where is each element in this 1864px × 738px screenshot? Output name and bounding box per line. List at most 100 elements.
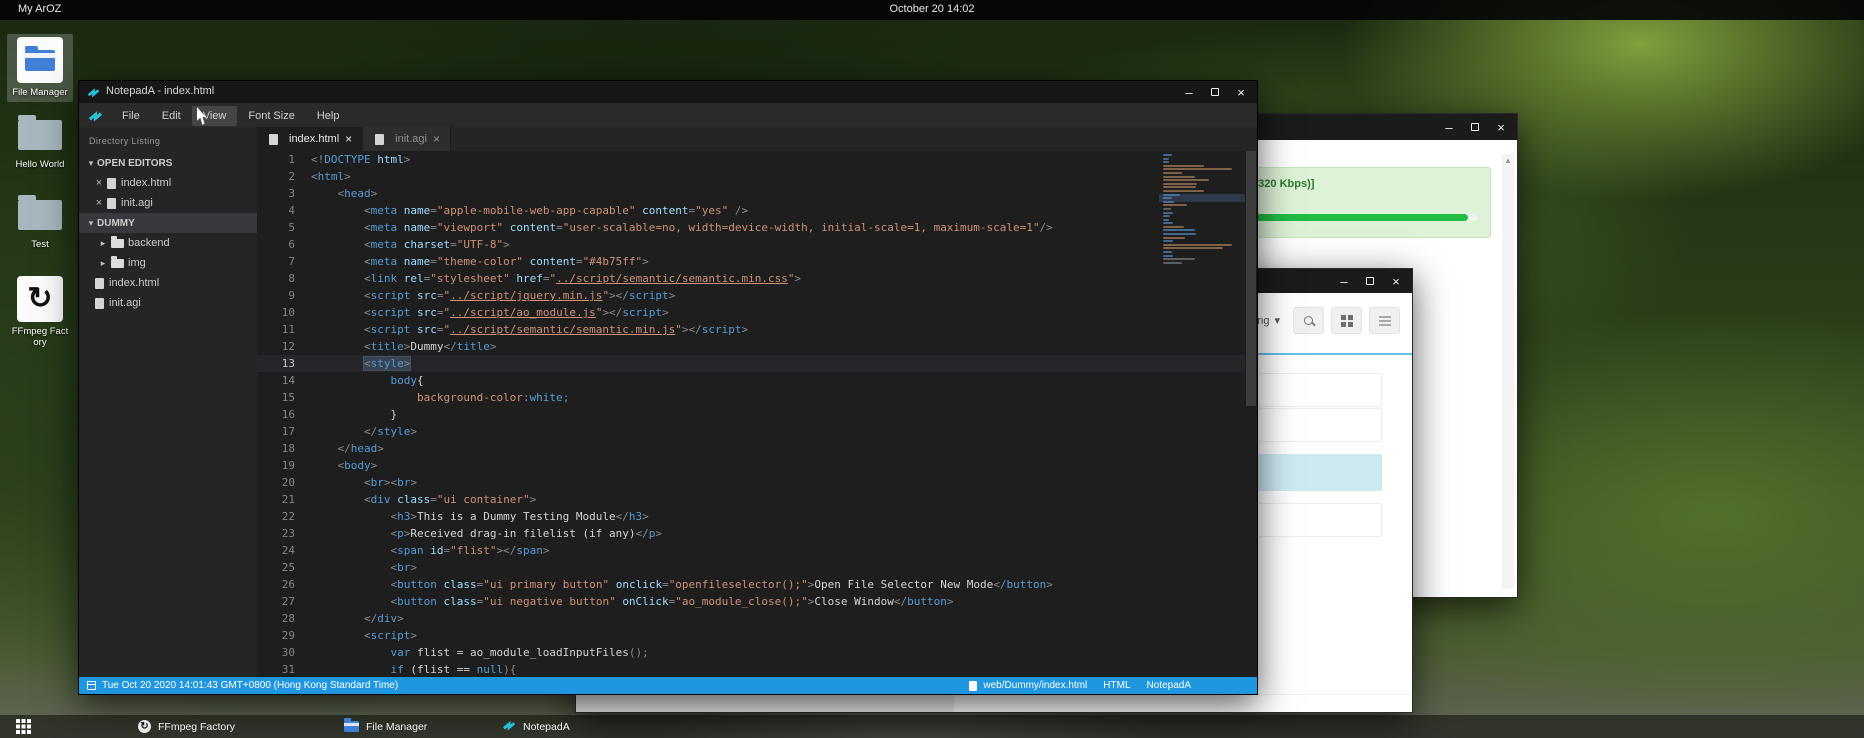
notepada-window[interactable]: NotepadA - index.html –× FileEditViewFon… — [78, 80, 1258, 695]
desktop-icon-file-manager[interactable]: File Manager — [7, 34, 73, 102]
notepada-minimize-button[interactable]: – — [1181, 84, 1197, 100]
taskbar-item-notepada[interactable]: NotepadA — [494, 715, 578, 738]
scrollbar-thumb[interactable] — [1246, 151, 1256, 406]
close-tab-icon[interactable]: × — [345, 132, 352, 146]
file-manager-maximize-icon — [1366, 277, 1374, 285]
code-line[interactable]: 15 background-color:white; — [257, 389, 1257, 406]
code-text: <script src="../script/semantic/semantic… — [311, 321, 748, 338]
code-line[interactable]: 16 } — [257, 406, 1257, 423]
notepada-titlebar[interactable]: NotepadA - index.html –× — [79, 81, 1257, 103]
notepada-window-controls: –× — [1181, 81, 1249, 103]
folder-icon — [111, 239, 124, 248]
code-line[interactable]: 27 <button class="ui negative button" on… — [257, 593, 1257, 610]
code-line[interactable]: 9 <script src="../script/jquery.min.js">… — [257, 287, 1257, 304]
line-number: 7 — [257, 253, 311, 270]
file-manager-minimize-button[interactable]: – — [1336, 273, 1352, 289]
code-line[interactable]: 21 <div class="ui container"> — [257, 491, 1257, 508]
editor-minimap[interactable] — [1163, 154, 1243, 265]
scroll-up-icon[interactable]: ▲ — [1502, 156, 1514, 165]
search-button[interactable] — [1293, 307, 1324, 334]
code-line[interactable]: 30 var flist = ao_module_loadInputFiles(… — [257, 644, 1257, 661]
line-number: 6 — [257, 236, 311, 253]
notepada-maximize-button[interactable] — [1207, 84, 1223, 100]
code-line[interactable]: 8 <link rel="stylesheet" href="../script… — [257, 270, 1257, 287]
code-line[interactable]: 14 body{ — [257, 372, 1257, 389]
desktop-icon-ffmpeg-factory[interactable]: ↻FFmpeg Factory — [7, 276, 73, 348]
tree-item-init.agi[interactable]: ×init.agi — [79, 193, 257, 213]
taskbar-item-label: File Manager — [366, 721, 427, 733]
code-line[interactable]: 23 <p>Received drag-in filelist (if any)… — [257, 525, 1257, 542]
taskbar-item-file-manager[interactable]: File Manager — [336, 715, 435, 738]
tab-init.agi[interactable]: init.agi× — [363, 127, 451, 151]
code-line[interactable]: 11 <script src="../script/semantic/seman… — [257, 321, 1257, 338]
taskbar-item-ffmpeg-factory[interactable]: ↻FFmpeg Factory — [130, 715, 243, 738]
tree-item-index.html[interactable]: ×index.html — [79, 173, 257, 193]
code-text: background-color:white; — [311, 389, 569, 406]
close-editor-icon[interactable]: × — [93, 177, 105, 189]
tree-section-open-editors[interactable]: ▾OPEN EDITORS — [79, 153, 257, 173]
code-line[interactable]: 12 <title>Dummy</title> — [257, 338, 1257, 355]
code-line[interactable]: 2<html> — [257, 168, 1257, 185]
line-number: 28 — [257, 610, 311, 627]
statusbar-language[interactable]: HTML — [1103, 680, 1130, 691]
code-line[interactable]: 3 <head> — [257, 185, 1257, 202]
code-line[interactable]: 29 <script> — [257, 627, 1257, 644]
desktop-icon-hello-world[interactable]: Hello World — [7, 120, 73, 170]
minimap-viewport — [1159, 194, 1245, 202]
app-launcher-button[interactable] — [16, 719, 31, 734]
editor-scrollbar[interactable] — [1245, 151, 1257, 677]
code-line[interactable]: 24 <span id="flist"></span> — [257, 542, 1257, 559]
close-tab-icon[interactable]: × — [433, 132, 440, 146]
notepada-close-button[interactable]: × — [1233, 84, 1249, 100]
ffmpeg-close-button[interactable]: × — [1493, 119, 1509, 135]
ffmpeg-minimize-button[interactable]: – — [1441, 119, 1457, 135]
menu-font-size[interactable]: Font Size — [237, 106, 305, 126]
ffmpeg-scrollbar[interactable]: ▲ — [1502, 154, 1514, 589]
menu-edit[interactable]: Edit — [151, 106, 192, 126]
tree-item-index.html[interactable]: index.html — [79, 273, 257, 293]
code-line[interactable]: 1<!DOCTYPE html> — [257, 151, 1257, 168]
window-title: NotepadA - index.html — [106, 85, 214, 97]
tree-item-img[interactable]: ▸img — [79, 253, 257, 273]
list-view-button[interactable] — [1369, 307, 1400, 334]
code-line[interactable]: 25 <br> — [257, 559, 1257, 576]
tab-index.html[interactable]: index.html× — [257, 127, 363, 151]
code-text: <meta name="viewport" content="user-scal… — [311, 219, 1053, 236]
close-editor-icon[interactable]: × — [93, 197, 105, 209]
code-line[interactable]: 31 if (flist == null){ — [257, 661, 1257, 677]
tree-section-dummy[interactable]: ▾DUMMY — [79, 213, 257, 233]
code-line[interactable]: 20 <br><br> — [257, 474, 1257, 491]
code-line[interactable]: 19 <body> — [257, 457, 1257, 474]
code-editor[interactable]: 1<!DOCTYPE html>2<html>3 <head>4 <meta n… — [257, 151, 1257, 677]
tree-item-init.agi[interactable]: init.agi — [79, 293, 257, 313]
code-line[interactable]: 4 <meta name="apple-mobile-web-app-capab… — [257, 202, 1257, 219]
desktop-icon-test[interactable]: Test — [7, 200, 73, 250]
desktop-icon-label: FFmpeg Factory — [7, 326, 73, 348]
icon-tile — [18, 200, 62, 230]
file-tree: ▾OPEN EDITORS×index.html×init.agi▾DUMMY▸… — [79, 153, 257, 313]
code-line[interactable]: 22 <h3>This is a Dummy Testing Module</h… — [257, 508, 1257, 525]
line-number: 4 — [257, 202, 311, 219]
tree-item-label: img — [128, 257, 146, 269]
code-line[interactable]: 10 <script src="../script/ao_module.js">… — [257, 304, 1257, 321]
code-line[interactable]: 6 <meta charset="UTF-8"> — [257, 236, 1257, 253]
code-text: <script> — [311, 627, 417, 644]
code-line[interactable]: 28 </div> — [257, 610, 1257, 627]
menu-items: FileEditViewFont SizeHelp — [111, 106, 350, 124]
ffmpeg-maximize-button[interactable] — [1467, 119, 1483, 135]
code-line[interactable]: 26 <button class="ui primary button" onc… — [257, 576, 1257, 593]
file-manager-maximize-button[interactable] — [1362, 273, 1378, 289]
tree-item-backend[interactable]: ▸backend — [79, 233, 257, 253]
menu-help[interactable]: Help — [306, 106, 351, 126]
code-line[interactable]: 5 <meta name="viewport" content="user-sc… — [257, 219, 1257, 236]
code-line[interactable]: 17 </style> — [257, 423, 1257, 440]
minimap-line — [1163, 190, 1204, 192]
menu-file[interactable]: File — [111, 106, 151, 126]
file-manager-close-button[interactable]: × — [1388, 273, 1404, 289]
code-line[interactable]: 7 <meta name="theme-color" content="#4b7… — [257, 253, 1257, 270]
grid-view-button[interactable] — [1331, 307, 1362, 334]
line-number: 29 — [257, 627, 311, 644]
line-number: 30 — [257, 644, 311, 661]
code-line[interactable]: 18 </head> — [257, 440, 1257, 457]
code-line[interactable]: 13 <style> — [257, 355, 1257, 372]
